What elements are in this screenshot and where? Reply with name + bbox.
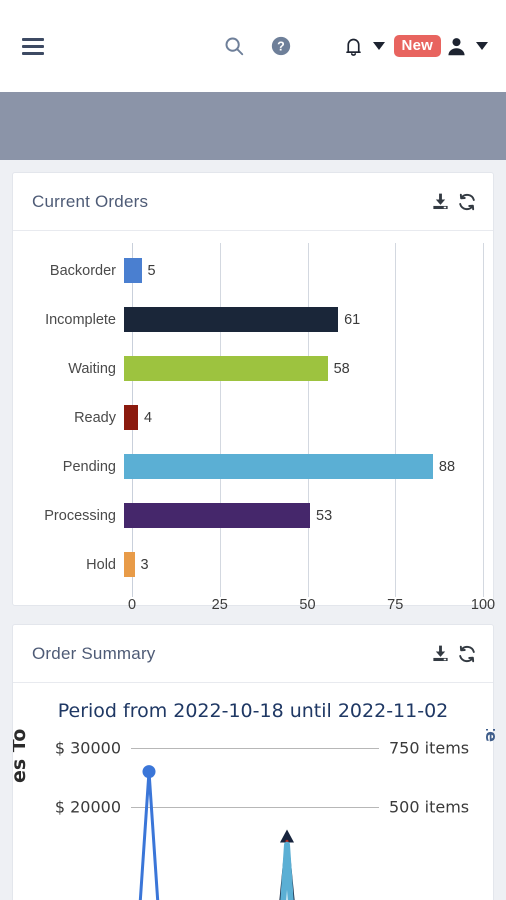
order-summary-line-chart: es TotalNumber of Ite$ 20000500 items$ 3…	[13, 729, 503, 900]
bar-value-label: 5	[147, 262, 156, 279]
bar-value-label: 53	[316, 507, 333, 524]
bar-chart-row[interactable]: Pending 88	[21, 442, 506, 491]
refresh-icon[interactable]	[457, 192, 477, 212]
bar-chart-x-tick-label: 75	[387, 597, 404, 613]
bar-chart-x-tick-label: 50	[299, 597, 316, 613]
horizontal-bar-chart: Backorder 5 Incomplete 61 Waiting 58 Ready 4 Pen…	[21, 239, 506, 613]
hamburger-line	[22, 44, 44, 48]
bar-chart-row[interactable]: Waiting 58	[21, 344, 506, 393]
bar-chart-row[interactable]: Hold 3	[21, 540, 506, 589]
order-summary-card-header: Order Summary	[13, 625, 493, 683]
bar-segment[interactable]	[124, 405, 139, 430]
current-orders-card-header: Current Orders	[13, 173, 493, 231]
line-series-path	[138, 770, 160, 900]
notifications-chevron-down-icon[interactable]	[372, 42, 385, 50]
bar-category-label: Backorder	[49, 262, 116, 279]
bar-value-label: 58	[333, 360, 350, 377]
bar-category-label: Ready	[74, 409, 116, 426]
page-banner	[0, 92, 506, 160]
user-avatar-icon[interactable]	[446, 36, 467, 57]
bar-chart-row[interactable]: Processing 53	[21, 491, 506, 540]
card-header-actions	[431, 644, 477, 664]
download-icon[interactable]	[431, 192, 450, 211]
bar-category-label: Processing	[44, 507, 116, 524]
hamburger-line	[22, 51, 44, 55]
account-chevron-down-icon[interactable]	[476, 42, 488, 50]
hamburger-line	[22, 37, 44, 41]
svg-text:?: ?	[277, 40, 285, 54]
bar-chart-row[interactable]: Backorder 5	[21, 246, 506, 295]
card-header-actions	[431, 192, 477, 212]
refresh-icon[interactable]	[457, 644, 477, 664]
download-icon[interactable]	[431, 644, 450, 663]
new-badge[interactable]: New	[393, 35, 441, 57]
bar-category-label: Pending	[62, 458, 116, 475]
bar-category-label: Waiting	[68, 360, 116, 377]
bar-segment[interactable]	[124, 503, 311, 528]
line-series-marker[interactable]	[142, 765, 156, 779]
bar-value-label: 3	[140, 556, 149, 573]
navbar-actions: ? New	[223, 35, 488, 58]
line-chart-series-layer	[138, 765, 295, 900]
bar-chart-row[interactable]: Incomplete 61	[21, 295, 506, 344]
page-title: Current Orders	[32, 191, 149, 211]
order-summary-card: Order Summary Period from 2022-10-18 unt…	[12, 624, 501, 900]
bar-value-label: 88	[438, 458, 456, 475]
order-summary-title: Order Summary	[32, 643, 156, 663]
bar-segment[interactable]	[124, 454, 433, 479]
order-summary-period-title: Period from 2022-10-18 until 2022-11-02	[57, 700, 449, 722]
page-content: Current Orders Backorder 5 Incomplete 61…	[0, 160, 506, 900]
bar-chart-x-tick-label: 100	[470, 597, 496, 613]
bar-segment[interactable]	[124, 356, 328, 381]
top-navbar: ? New	[0, 0, 506, 92]
bar-chart-x-tick-label: 25	[211, 597, 228, 613]
bar-segment[interactable]	[124, 307, 339, 332]
bar-value-label: 61	[344, 311, 361, 328]
bar-chart-x-tick-label: 0	[127, 597, 137, 613]
line-series-path	[280, 842, 294, 900]
current-orders-chart-area: Backorder 5 Incomplete 61 Waiting 58 Ready 4 Pen…	[13, 231, 495, 613]
help-circle-icon[interactable]: ?	[271, 36, 291, 56]
search-icon[interactable]	[223, 35, 245, 57]
bar-value-label: 4	[144, 409, 153, 426]
bar-category-label: Hold	[86, 556, 116, 573]
bar-segment[interactable]	[124, 552, 135, 577]
current-orders-card: Current Orders Backorder 5 Incomplete 61…	[12, 172, 495, 613]
bar-chart-row[interactable]: Ready 4	[21, 393, 506, 442]
bar-category-label: Incomplete	[45, 311, 116, 328]
bar-segment[interactable]	[124, 258, 142, 283]
bell-icon[interactable]	[343, 35, 364, 58]
hamburger-menu-icon[interactable]	[22, 37, 44, 55]
